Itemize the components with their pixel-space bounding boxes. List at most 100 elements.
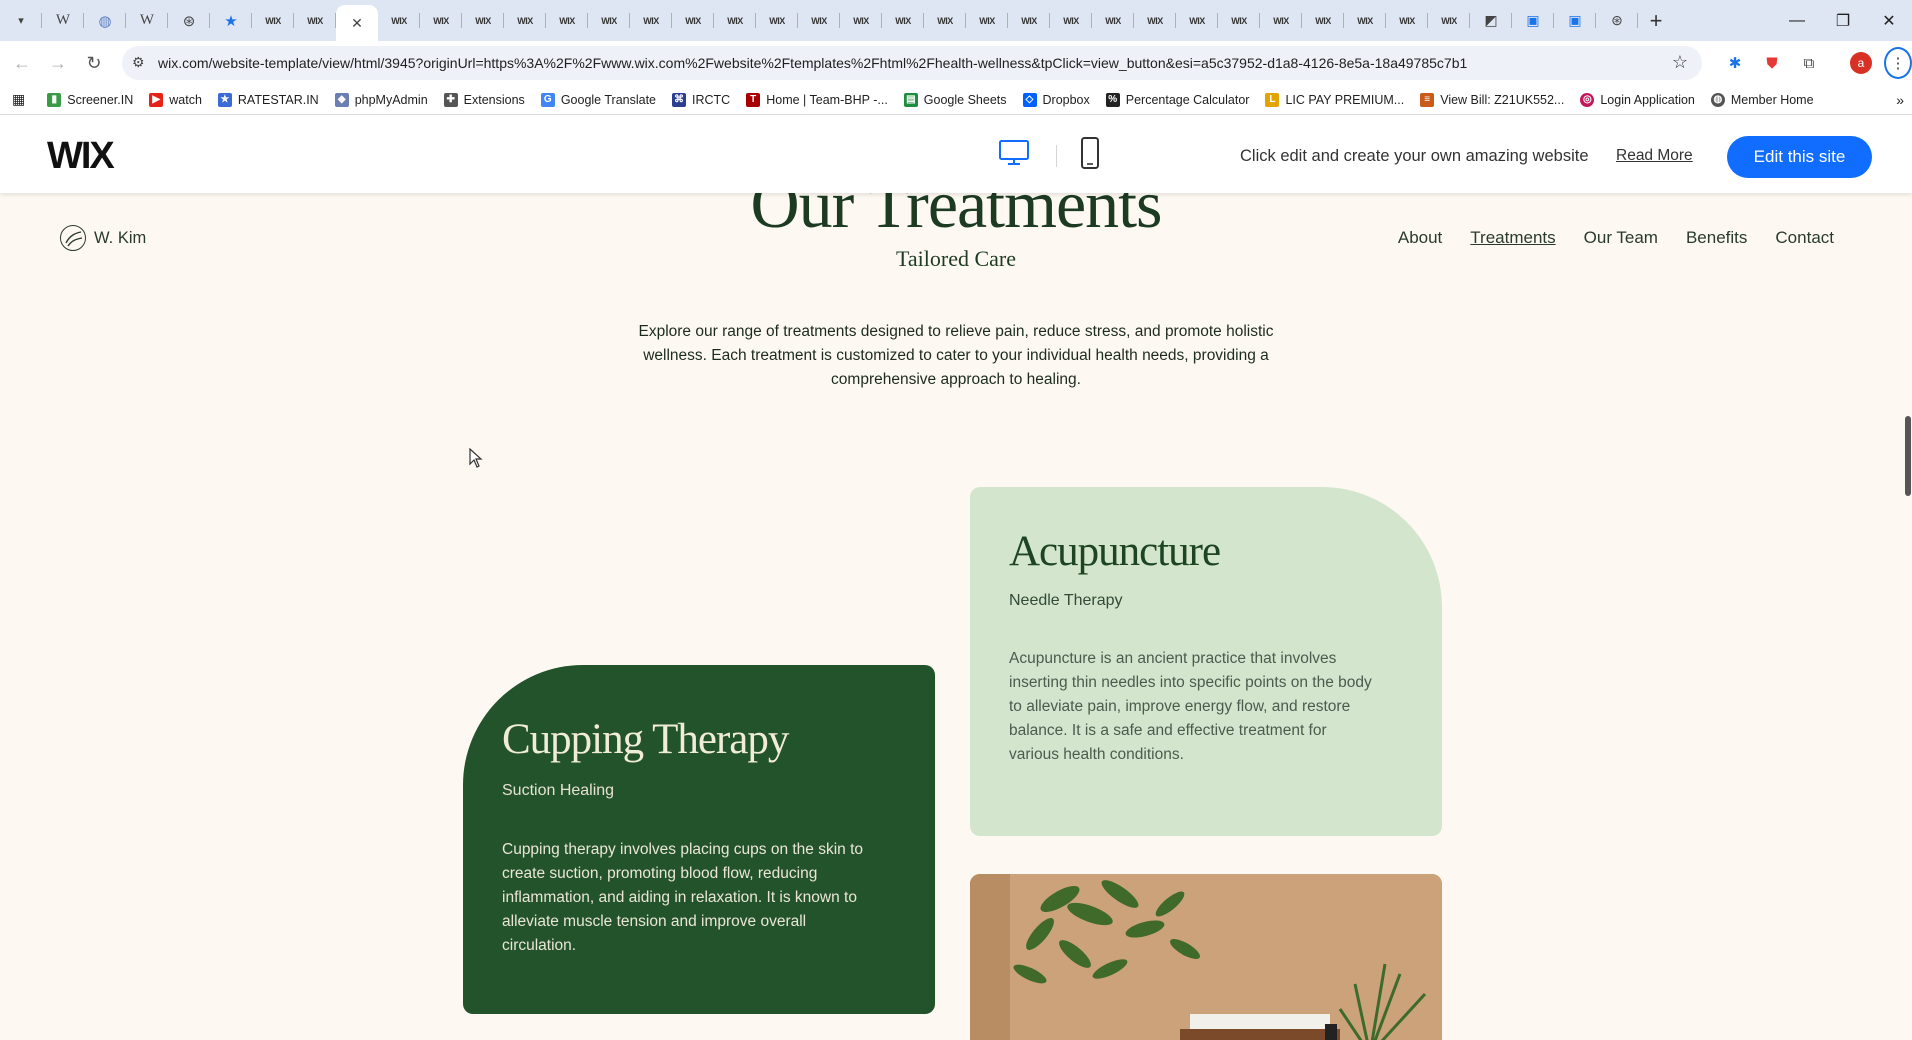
tab-wix[interactable]: WIX	[1344, 0, 1386, 41]
tab-wix[interactable]: WIX	[378, 0, 420, 41]
tab-wix[interactable]: WIX	[294, 0, 336, 41]
menu-kebab-icon[interactable]: ⋮	[1884, 47, 1912, 79]
treatment-room-photo	[970, 874, 1442, 1040]
tab-wix[interactable]: WIX	[1428, 0, 1470, 41]
nav-about[interactable]: About	[1398, 228, 1442, 248]
nav-treatments[interactable]: Treatments	[1470, 228, 1555, 248]
bookmark-item[interactable]: G Google Translate	[540, 92, 656, 107]
tab-wix[interactable]: WIX	[504, 0, 546, 41]
bookmark-item[interactable]: L LIC PAY PREMIUM...	[1265, 92, 1404, 107]
nav-our-team[interactable]: Our Team	[1584, 228, 1658, 248]
bookmark-item[interactable]: ⌘ IRCTC	[672, 92, 730, 107]
more-bookmarks-chevron-icon[interactable]: »	[1896, 92, 1904, 108]
nav-benefits[interactable]: Benefits	[1686, 228, 1747, 248]
tab-wix[interactable]: WIX	[1260, 0, 1302, 41]
tab-wix[interactable]: WIX	[1134, 0, 1176, 41]
bookmark-item[interactable]: ◎ Login Application	[1580, 92, 1695, 107]
bookmark-item[interactable]: ◇ Dropbox	[1022, 92, 1090, 107]
nav-contact[interactable]: Contact	[1775, 228, 1834, 248]
apps-grid-icon[interactable]: ▦	[12, 91, 25, 108]
tab-wix[interactable]: WIX	[714, 0, 756, 41]
tab-wikipedia-2[interactable]: W	[126, 0, 168, 41]
new-tab-plus-icon[interactable]: +	[1638, 0, 1674, 41]
tab-wix[interactable]: WIX	[546, 0, 588, 41]
star-icon: ★	[217, 92, 232, 107]
bookmark-item[interactable]: ✚ Extensions	[443, 92, 525, 107]
tab-wix[interactable]: WIX	[1218, 0, 1260, 41]
dropbox-icon: ◇	[1022, 92, 1037, 107]
tab-wix[interactable]: WIX	[840, 0, 882, 41]
tab-wix[interactable]: WIX	[672, 0, 714, 41]
mobile-view-icon[interactable]	[1080, 137, 1100, 169]
tab-wix[interactable]: WIX	[1050, 0, 1092, 41]
bookmark-item[interactable]: ★ RATESTAR.IN	[217, 92, 319, 107]
bookmark-item[interactable]: ≡ View Bill: Z21UK552...	[1420, 92, 1564, 107]
tab-wix[interactable]: WIX	[966, 0, 1008, 41]
tab-wix[interactable]: WIX	[420, 0, 462, 41]
wix-template-bar: WIX Click edit and create your own amazi…	[0, 115, 1912, 193]
desktop-view-icon[interactable]	[998, 139, 1030, 167]
read-more-link[interactable]: Read More	[1616, 147, 1693, 165]
tab-wix[interactable]: WIX	[756, 0, 798, 41]
tab-search-dropdown-icon[interactable]: ▾	[0, 0, 42, 41]
wix-logo[interactable]: WIX	[47, 135, 115, 178]
puzzle-extensions-icon[interactable]: ⧉	[1797, 51, 1821, 75]
treatment-description: Acupuncture is an ancient practice that …	[1009, 650, 1372, 763]
edit-this-site-button[interactable]: Edit this site	[1727, 136, 1872, 178]
bookmark-item[interactable]: ◍ Member Home	[1710, 92, 1814, 107]
treatment-description: Cupping therapy involves placing cups on…	[502, 841, 864, 954]
bookmark-item[interactable]: T Home | Team-BHP -...	[746, 92, 888, 107]
treatment-title: Cupping Therapy	[502, 716, 789, 763]
bookmark-star-icon[interactable]: ☆	[1672, 52, 1688, 73]
back-arrow-icon[interactable]: ←	[4, 45, 40, 81]
bookmark-item[interactable]: ◆ phpMyAdmin	[334, 92, 428, 107]
tab-other[interactable]: ▣	[1512, 0, 1554, 41]
close-window-icon[interactable]: ✕	[1866, 0, 1912, 41]
tab-globe[interactable]: ◍	[84, 0, 126, 41]
tab-wix[interactable]: WIX	[1092, 0, 1134, 41]
extension-icon[interactable]: ✱	[1723, 51, 1747, 75]
tab-wix[interactable]: WIX	[1302, 0, 1344, 41]
bookmark-item[interactable]: % Percentage Calculator	[1105, 92, 1249, 107]
tab-wikipedia[interactable]: W	[42, 0, 84, 41]
sheets-icon: ▤	[903, 92, 918, 107]
reload-icon[interactable]: ↻	[76, 45, 112, 81]
forward-arrow-icon[interactable]: →	[40, 45, 76, 81]
address-bar[interactable]: ⚙ wix.com/website-template/view/html/394…	[122, 46, 1702, 80]
treatment-subtitle: Suction Healing	[502, 782, 615, 799]
tab-active-close-icon[interactable]: ✕	[336, 5, 378, 41]
tab-other[interactable]: ▣	[1554, 0, 1596, 41]
treatment-card-acupuncture: Acupuncture Needle Therapy Acupuncture i…	[970, 487, 1442, 836]
bookmark-item[interactable]: ▮ Screener.IN	[47, 92, 133, 107]
tab-wix[interactable]: WIX	[630, 0, 672, 41]
shield-extension-icon[interactable]: ⛊	[1760, 51, 1784, 75]
tab-wix[interactable]: WIX	[252, 0, 294, 41]
url-text[interactable]: wix.com/website-template/view/html/3945?…	[158, 55, 1658, 71]
tab-bookmark-star[interactable]: ★	[210, 0, 252, 41]
section-intro-text: Explore our range of treatments designed…	[638, 323, 1274, 388]
bookmark-item[interactable]: ▶ watch	[149, 92, 202, 107]
restore-icon[interactable]: ❐	[1820, 0, 1866, 41]
bookmark-item[interactable]: ▤ Google Sheets	[903, 92, 1007, 107]
tab-other[interactable]: ⊛	[1596, 0, 1638, 41]
treatment-card-cupping: Cupping Therapy Suction Healing Cupping …	[463, 665, 935, 1014]
minimize-icon[interactable]: —	[1774, 0, 1820, 41]
tab-other[interactable]: ◩	[1470, 0, 1512, 41]
globe-icon: ◍	[1710, 92, 1725, 107]
tab-wix[interactable]: WIX	[798, 0, 840, 41]
page-scrollbar[interactable]	[1904, 193, 1912, 1040]
scrollbar-thumb[interactable]	[1905, 416, 1911, 496]
tab-chatgpt[interactable]: ⊛	[168, 0, 210, 41]
tab-wix[interactable]: WIX	[1176, 0, 1218, 41]
tab-wix[interactable]: WIX	[924, 0, 966, 41]
site-info-icon[interactable]: ⚙	[132, 54, 145, 71]
tab-wix[interactable]: WIX	[1386, 0, 1428, 41]
tab-wix[interactable]: WIX	[882, 0, 924, 41]
browser-toolbar: ← → ↻ ⚙ wix.com/website-template/view/ht…	[0, 41, 1912, 85]
tab-wix[interactable]: WIX	[588, 0, 630, 41]
profile-avatar[interactable]: a	[1850, 52, 1872, 74]
lic-icon: L	[1265, 92, 1280, 107]
tab-wix[interactable]: WIX	[462, 0, 504, 41]
site-navigation: About Treatments Our Team Benefits Conta…	[1370, 228, 1834, 248]
tab-wix[interactable]: WIX	[1008, 0, 1050, 41]
